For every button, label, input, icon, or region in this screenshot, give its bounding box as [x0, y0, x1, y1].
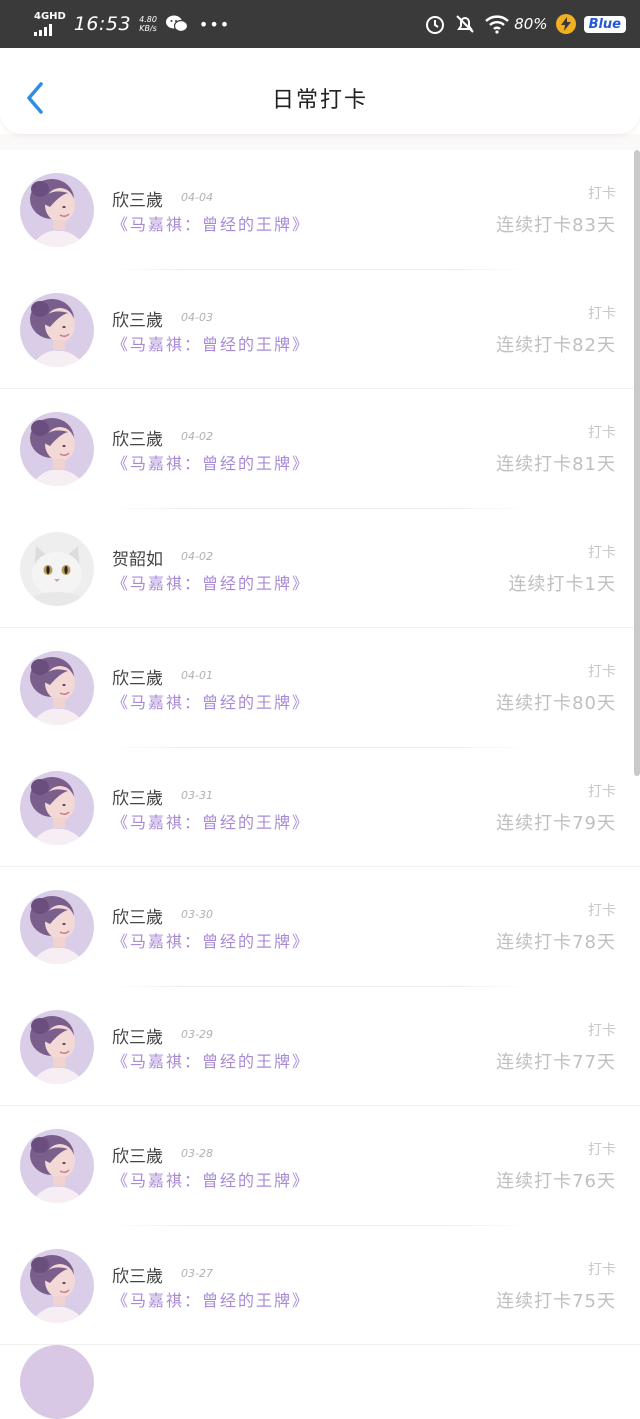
checkin-date: 03-30 [181, 908, 213, 921]
checkin-content[interactable]: 《马嘉祺：曾经的王牌》 [112, 809, 310, 833]
checkin-tag: 打卡 [588, 1022, 616, 1039]
checkin-tag: 打卡 [588, 664, 616, 680]
checkin-row[interactable]: 欣三歲 03-28 《马嘉祺：曾经的王牌》 打卡 连续打卡76天 [0, 1106, 640, 1226]
checkin-row[interactable]: 欣三歲 04-01 《马嘉祺：曾经的王牌》 打卡 连续打卡80天 [0, 628, 640, 748]
nav-header: 日常打卡 [0, 48, 640, 134]
checkin-tag: 打卡 [588, 1261, 616, 1278]
checkin-date: 04-01 [181, 669, 213, 682]
battery-level: 80% [514, 15, 548, 33]
username: 欣三歲 [112, 669, 163, 689]
checkin-tag: 打卡 [588, 783, 616, 800]
checkin-row[interactable]: 欣三歲 03-31 《马嘉祺：曾经的王牌》 打卡 连续打卡79天 [0, 747, 640, 867]
scrollbar[interactable] [634, 150, 640, 776]
avatar[interactable] [20, 531, 94, 606]
checkin-tag: 打卡 [588, 903, 616, 919]
mute-icon [454, 13, 476, 35]
checkin-tag: 打卡 [588, 305, 616, 322]
streak-count: 连续打卡78天 [496, 932, 616, 953]
charging-icon [555, 14, 576, 34]
username: 欣三歲 [112, 908, 163, 928]
checkin-date: 04-02 [181, 549, 213, 563]
avatar[interactable] [20, 1248, 94, 1323]
streak-count: 连续打卡79天 [496, 812, 616, 834]
avatar[interactable] [20, 173, 94, 247]
clock: 16:53 [73, 13, 132, 35]
checkin-date: 03-28 [181, 1147, 213, 1160]
signal-icon [34, 24, 52, 36]
streak-count: 连续打卡76天 [496, 1171, 616, 1192]
avatar[interactable] [20, 412, 94, 486]
checkin-row[interactable]: 贺韶如 04-02 《马嘉祺：曾经的王牌》 打卡 连续打卡1天 [0, 508, 640, 628]
checkin-row[interactable]: 欣三歲 04-02 《马嘉祺：曾经的王牌》 打卡 连续打卡81天 [0, 389, 640, 509]
avatar[interactable] [20, 770, 94, 845]
checkin-content[interactable]: 《马嘉祺：曾经的王牌》 [112, 1287, 310, 1311]
network-speed: 4.80 KB/s [139, 15, 157, 33]
checkin-date: 04-03 [181, 310, 213, 324]
network-indicator: 4GHD [34, 12, 66, 36]
checkin-date: 04-04 [181, 191, 213, 204]
checkin-tag: 打卡 [588, 186, 616, 202]
streak-count: 连续打卡80天 [496, 693, 616, 714]
alarm-icon [424, 13, 446, 35]
checkin-content[interactable]: 《马嘉祺：曾经的王牌》 [112, 1048, 310, 1072]
username: 欣三歲 [112, 1266, 163, 1287]
streak-count: 连续打卡1天 [508, 573, 616, 595]
checkin-content[interactable]: 《马嘉祺：曾经的王牌》 [112, 570, 310, 594]
checkin-row[interactable]: 欣三歲 03-27 《马嘉祺：曾经的王牌》 打卡 连续打卡75天 [0, 1225, 640, 1345]
speed-unit: KB/s [139, 24, 157, 33]
streak-count: 连续打卡77天 [496, 1051, 616, 1073]
avatar-partial [20, 1345, 94, 1419]
checkin-row[interactable]: 欣三歲 03-30 《马嘉祺：曾经的王牌》 打卡 连续打卡78天 [0, 867, 640, 987]
username: 贺韶如 [112, 549, 163, 570]
username: 欣三歲 [112, 1027, 163, 1048]
checkin-tag: 打卡 [588, 1142, 616, 1158]
row-divider [0, 1344, 640, 1345]
checkin-content[interactable]: 《马嘉祺：曾经的王牌》 [112, 211, 310, 235]
checkin-date: 03-31 [181, 788, 213, 802]
streak-count: 连续打卡82天 [496, 334, 616, 356]
header-spacer [0, 134, 640, 150]
checkin-tag: 打卡 [588, 425, 616, 441]
checkin-tag: 打卡 [588, 544, 616, 561]
checkin-date: 03-27 [181, 1266, 213, 1280]
more-notifications-icon: ••• [198, 14, 231, 34]
username: 欣三歲 [112, 430, 163, 450]
speed-value: 4.80 [139, 15, 157, 24]
checkin-date: 03-29 [181, 1027, 213, 1041]
checkin-content[interactable]: 《马嘉祺：曾经的王牌》 [112, 928, 310, 952]
username: 欣三歲 [112, 191, 163, 211]
wechat-icon [165, 13, 189, 35]
checkin-row[interactable]: 欣三歲 03-29 《马嘉祺：曾经的王牌》 打卡 连续打卡77天 [0, 986, 640, 1106]
checkin-row[interactable]: 欣三歲 04-03 《马嘉祺：曾经的王牌》 打卡 连续打卡82天 [0, 269, 640, 389]
streak-count: 连续打卡81天 [496, 454, 616, 475]
username: 欣三歲 [112, 788, 163, 809]
checkin-content[interactable]: 《马嘉祺：曾经的王牌》 [112, 1167, 310, 1191]
checkin-content[interactable]: 《马嘉祺：曾经的王牌》 [112, 450, 310, 474]
checkin-date: 04-02 [181, 430, 213, 443]
avatar[interactable] [20, 292, 94, 367]
checkin-list: 欣三歲 04-04 《马嘉祺：曾经的王牌》 打卡 连续打卡83天 欣三歲 04-… [0, 150, 640, 1345]
avatar[interactable] [20, 651, 94, 725]
username: 欣三歲 [112, 310, 163, 331]
wifi-icon [484, 13, 510, 35]
status-bar: 4GHD 16:53 4.80 KB/s ••• 80% Blue [0, 0, 640, 48]
network-type: 4GHD [34, 11, 66, 22]
streak-count: 连续打卡75天 [496, 1290, 616, 1312]
streak-count: 连续打卡83天 [496, 215, 616, 236]
username: 欣三歲 [112, 1147, 163, 1167]
checkin-row[interactable]: 欣三歲 04-04 《马嘉祺：曾经的王牌》 打卡 连续打卡83天 [0, 150, 640, 270]
brand-badge: Blue [583, 15, 626, 33]
avatar[interactable] [20, 1009, 94, 1084]
avatar[interactable] [20, 1129, 94, 1203]
avatar[interactable] [20, 890, 94, 964]
checkin-content[interactable]: 《马嘉祺：曾经的王牌》 [112, 331, 310, 355]
page-title: 日常打卡 [271, 88, 368, 113]
checkin-content[interactable]: 《马嘉祺：曾经的王牌》 [112, 689, 310, 713]
